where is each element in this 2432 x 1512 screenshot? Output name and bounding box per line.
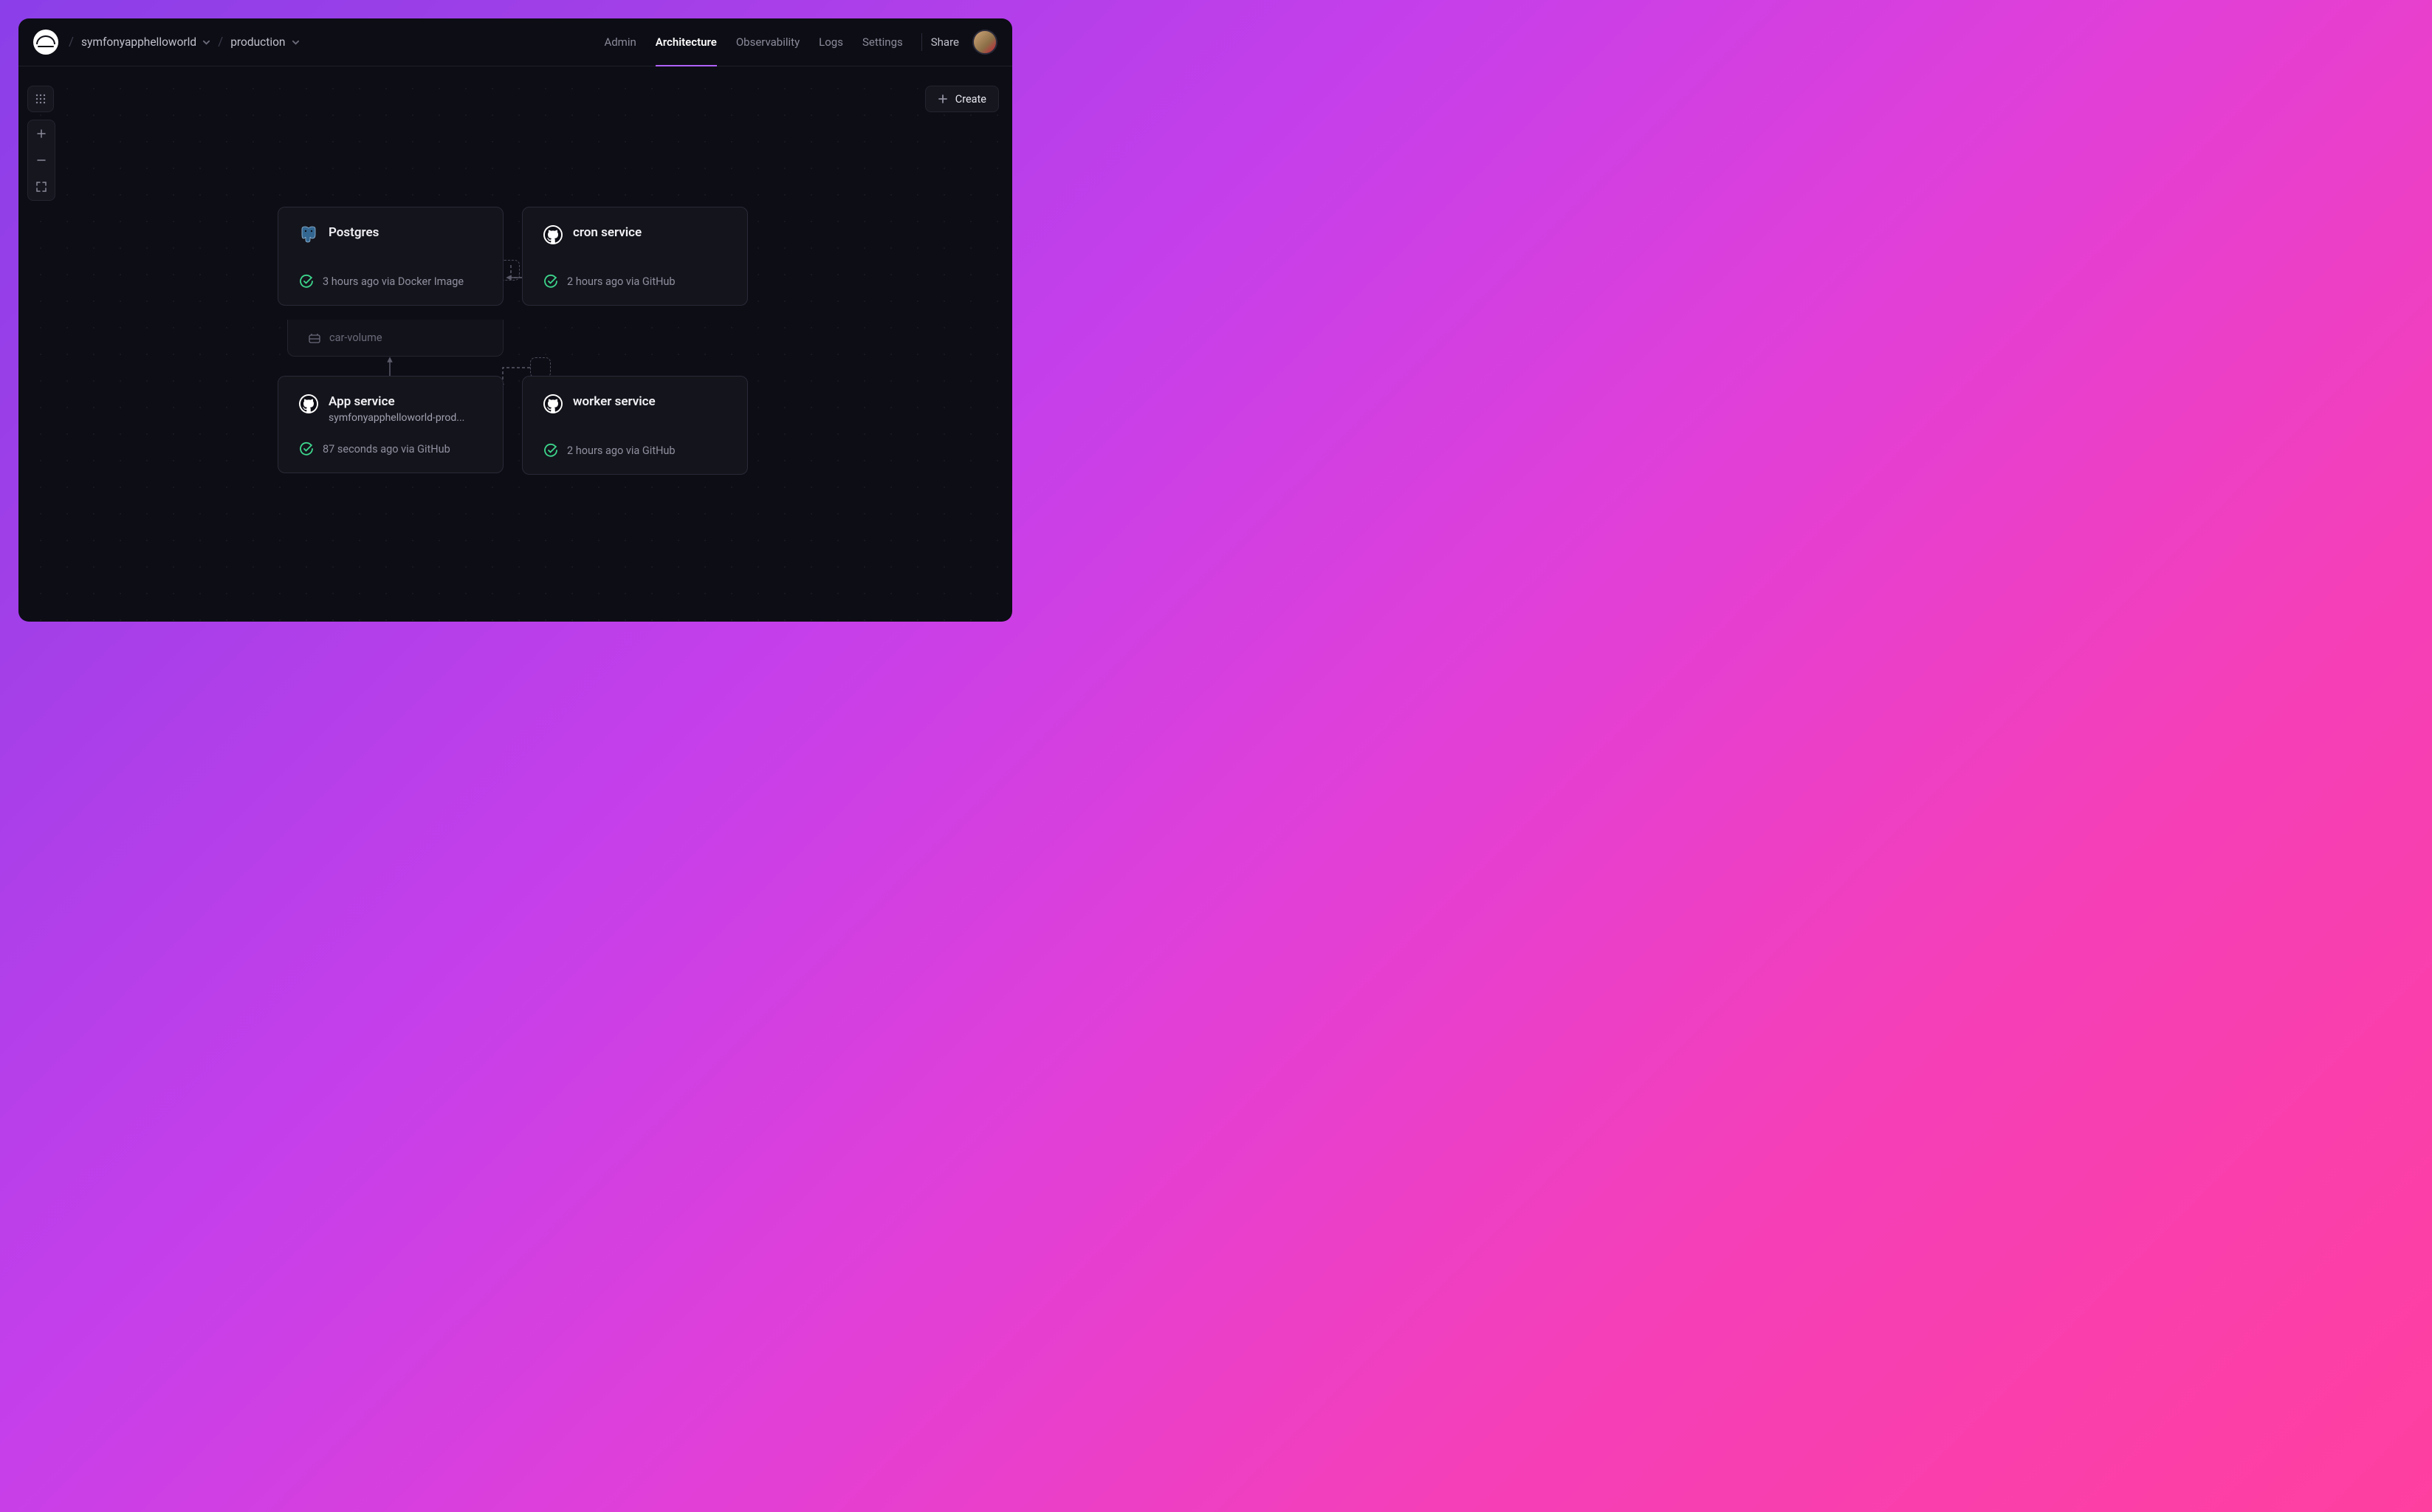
card-status: 2 hours ago via GitHub: [543, 443, 726, 458]
fit-view-button[interactable]: [28, 173, 55, 200]
service-title: worker service: [573, 394, 656, 409]
breadcrumb-sep: /: [69, 35, 74, 49]
status-text: 87 seconds ago via GitHub: [323, 443, 450, 456]
tab-admin[interactable]: Admin: [594, 18, 645, 66]
volume-attachment[interactable]: car-volume: [287, 320, 504, 357]
chevron-down-icon: [292, 38, 300, 47]
card-title-block: Postgres: [329, 225, 379, 240]
check-circle-icon: [543, 274, 558, 289]
tab-architecture-label: Architecture: [656, 35, 717, 49]
breadcrumb: / symfonyapphelloworld / production: [69, 35, 300, 49]
postgres-icon: [299, 225, 318, 244]
grid-icon: [35, 93, 47, 105]
service-card-worker[interactable]: worker service 2 hours ago via GitHub: [522, 376, 748, 475]
zoom-controls: [27, 120, 55, 201]
tab-logs-label: Logs: [819, 35, 843, 49]
header-left: / symfonyapphelloworld / production: [33, 30, 300, 55]
breadcrumb-env-label: production: [230, 35, 285, 49]
breadcrumb-project-label: symfonyapphelloworld: [81, 35, 196, 49]
card-status: 87 seconds ago via GitHub: [299, 441, 482, 456]
minus-icon: [36, 155, 47, 165]
canvas[interactable]: Create: [18, 66, 1012, 622]
check-circle-icon: [543, 443, 558, 458]
github-icon: [299, 394, 318, 413]
card-status: 2 hours ago via GitHub: [543, 274, 726, 289]
tab-settings-label: Settings: [862, 35, 903, 49]
breadcrumb-sep: /: [218, 35, 223, 49]
github-icon: [543, 394, 563, 413]
status-text: 2 hours ago via GitHub: [567, 444, 676, 457]
check-circle-icon: [299, 274, 314, 289]
service-card-app[interactable]: App service symfonyapphelloworld-prod...…: [278, 376, 504, 473]
service-title: App service: [329, 394, 464, 409]
card-header: Postgres: [299, 225, 482, 244]
volume-label: car-volume: [329, 331, 382, 344]
card-header: cron service: [543, 225, 726, 244]
service-subtitle: symfonyapphelloworld-prod...: [329, 412, 464, 424]
github-icon: [543, 225, 563, 244]
status-text: 2 hours ago via GitHub: [567, 275, 676, 288]
card-header: App service symfonyapphelloworld-prod...: [299, 394, 482, 424]
zoom-out-button[interactable]: [28, 147, 55, 173]
avatar[interactable]: [972, 30, 997, 55]
expand-icon: [36, 182, 47, 192]
card-status: 3 hours ago via Docker Image: [299, 274, 482, 289]
check-circle-icon: [299, 441, 314, 456]
breadcrumb-env[interactable]: production: [230, 35, 299, 49]
service-title: cron service: [573, 225, 642, 240]
card-title-block: worker service: [573, 394, 656, 409]
header-right: Admin Architecture Observability Logs Se…: [594, 18, 997, 66]
share-button[interactable]: Share: [931, 35, 959, 49]
share-label: Share: [931, 35, 959, 49]
nav-divider: [921, 33, 922, 51]
status-text: 3 hours ago via Docker Image: [323, 275, 464, 288]
canvas-toolbar: [27, 86, 55, 201]
chevron-down-icon: [202, 38, 210, 47]
tab-settings[interactable]: Settings: [853, 18, 913, 66]
service-card-cron[interactable]: cron service 2 hours ago via GitHub: [522, 207, 748, 306]
tab-logs[interactable]: Logs: [809, 18, 853, 66]
tab-observability-label: Observability: [736, 35, 800, 49]
plus-icon: [938, 94, 948, 104]
railway-logo-icon[interactable]: [33, 30, 58, 55]
tab-observability[interactable]: Observability: [726, 18, 809, 66]
tab-admin-label: Admin: [604, 35, 636, 49]
grid-menu-button[interactable]: [27, 86, 54, 112]
network-node: [530, 357, 551, 378]
service-card-postgres[interactable]: Postgres 3 hours ago via Docker Image: [278, 207, 504, 306]
nav-tabs: Admin Architecture Observability Logs Se…: [594, 18, 912, 66]
tab-architecture[interactable]: Architecture: [646, 18, 726, 66]
service-title: Postgres: [329, 225, 379, 240]
create-button[interactable]: Create: [925, 86, 999, 112]
breadcrumb-project[interactable]: symfonyapphelloworld: [81, 35, 210, 49]
volume-icon: [309, 333, 320, 343]
plus-icon: [36, 128, 47, 139]
card-header: worker service: [543, 394, 726, 413]
header: / symfonyapphelloworld / production: [18, 18, 1012, 66]
app-window: / symfonyapphelloworld / production: [18, 18, 1012, 622]
card-title-block: cron service: [573, 225, 642, 240]
zoom-in-button[interactable]: [28, 120, 55, 147]
create-label: Create: [955, 93, 986, 106]
card-title-block: App service symfonyapphelloworld-prod...: [329, 394, 464, 424]
